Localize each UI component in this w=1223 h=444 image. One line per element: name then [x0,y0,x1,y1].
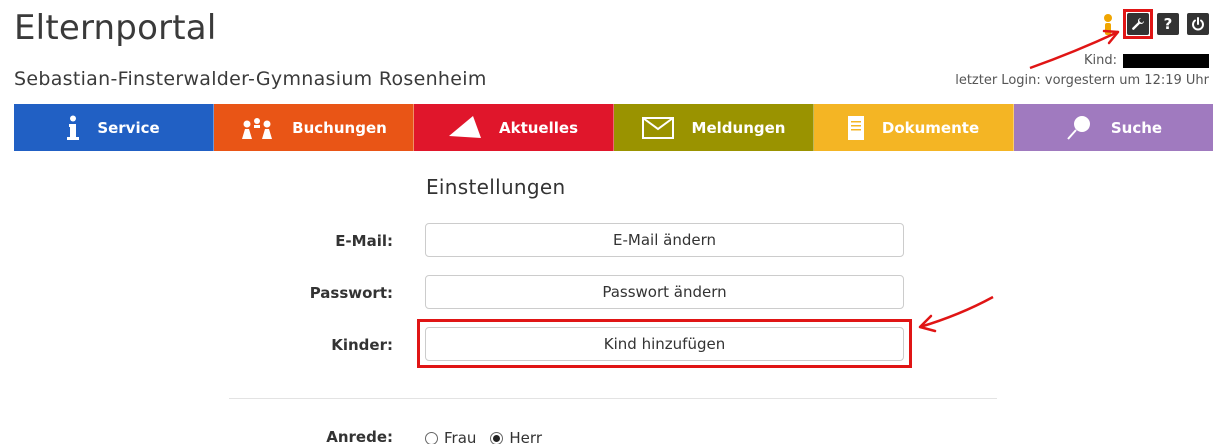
people-icon [240,117,274,139]
salutation-row: Anrede: Frau Herr [0,428,1223,444]
tab-aktuelles[interactable]: Aktuelles [414,104,614,151]
tab-buchungen-label: Buchungen [292,118,387,137]
children-label: Kinder: [331,336,393,354]
children-row: Kinder: Kind hinzufügen [0,327,1223,363]
tab-dokumente-label: Dokumente [881,118,980,137]
main-navigation: Service Buchungen Aktuelles Meldungen Do… [14,104,1213,151]
magnifier-icon [1065,114,1093,142]
divider [229,398,997,399]
tab-buchungen[interactable]: Buchungen [214,104,414,151]
email-row: E-Mail: E-Mail ändern [0,223,1223,259]
header-icons: ? [1097,9,1209,39]
envelope-icon [641,116,674,139]
tab-suche[interactable]: Suche [1014,104,1213,151]
change-email-button[interactable]: E-Mail ändern [425,223,904,257]
change-password-button[interactable]: Passwort ändern [425,275,904,309]
annotation-arrows [918,29,1120,333]
last-login: letzter Login: vorgestern um 12:19 Uhr [955,73,1209,88]
radio-frau[interactable] [425,431,438,444]
info-icon [67,115,80,141]
tab-meldungen-label: Meldungen [691,118,786,137]
redacted-child-name [1123,53,1209,68]
radio-herr-label[interactable]: Herr [509,429,542,444]
tab-dokumente[interactable]: Dokumente [814,104,1014,151]
settings-button[interactable] [1123,9,1153,39]
tab-service-label: Service [97,118,160,137]
password-label: Passwort: [309,284,393,302]
tab-meldungen[interactable]: Meldungen [614,104,814,151]
password-row: Passwort: Passwort ändern [0,275,1223,311]
highlight-frame-settings [1123,9,1153,39]
document-icon [847,115,864,140]
school-name: Sebastian-Finsterwalder-Gymnasium Rosenh… [14,68,487,90]
section-heading: Einstellungen [426,175,566,199]
kind-label: Kind: [1083,53,1117,68]
paper-plane-icon [449,115,481,140]
tab-service[interactable]: Service [14,104,214,151]
add-child-button[interactable]: Kind hinzufügen [425,327,904,361]
help-icon[interactable]: ? [1157,13,1179,35]
user-icon[interactable] [1097,13,1119,35]
salutation-radio-group: Frau Herr [425,429,550,444]
email-label: E-Mail: [335,232,393,250]
radio-herr[interactable] [490,431,504,444]
salutation-label: Anrede: [326,428,393,444]
tab-suche-label: Suche [1110,118,1163,137]
radio-frau-label[interactable]: Frau [444,429,476,444]
child-selector[interactable]: Kind: [1084,53,1209,68]
power-icon[interactable] [1187,13,1209,35]
tab-aktuelles-label: Aktuelles [499,118,578,137]
app-title: Elternportal [14,8,217,48]
